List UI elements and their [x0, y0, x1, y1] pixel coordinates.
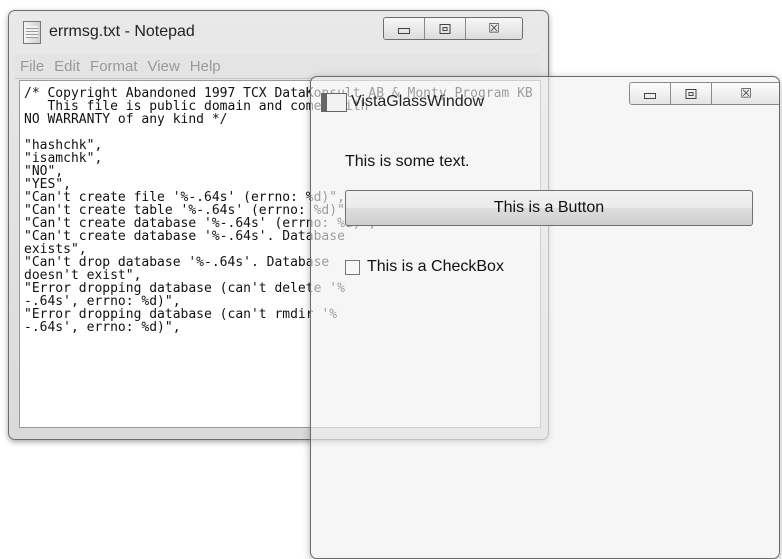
menu-view[interactable]: View: [143, 58, 185, 75]
menu-help[interactable]: Help: [185, 58, 226, 75]
notepad-maximize-button[interactable]: [425, 18, 466, 39]
menu-format[interactable]: Format: [85, 58, 143, 75]
sample-button[interactable]: This is a Button: [345, 190, 753, 226]
vista-glass-window[interactable]: VistaGlassWindow ☒ This is some text. Th…: [310, 76, 780, 559]
menu-edit[interactable]: Edit: [49, 58, 85, 75]
glass-window-title: VistaGlassWindow: [351, 93, 485, 110]
glass-close-button[interactable]: ☒: [712, 83, 779, 104]
sample-text: This is some text.: [345, 153, 470, 170]
close-icon: ☒: [740, 86, 752, 101]
glass-caption-buttons: ☒: [629, 82, 779, 105]
close-icon: ☒: [488, 21, 500, 36]
sample-checkbox[interactable]: This is a CheckBox: [345, 258, 504, 276]
notepad-title: errmsg.txt - Notepad: [49, 23, 195, 40]
maximize-icon: [439, 23, 451, 34]
checkbox-box[interactable]: [345, 259, 360, 275]
notepad-titlebar[interactable]: errmsg.txt - Notepad ☒: [9, 11, 548, 53]
notepad-app-icon: [23, 21, 41, 44]
glass-minimize-button[interactable]: [630, 83, 671, 104]
minimize-icon: [644, 92, 656, 99]
glass-maximize-button[interactable]: [671, 83, 712, 104]
window-app-icon: [321, 93, 347, 112]
notepad-minimize-button[interactable]: [384, 18, 425, 39]
checkbox-label[interactable]: This is a CheckBox: [367, 258, 504, 276]
minimize-icon: [398, 27, 410, 34]
notepad-caption-buttons: ☒: [383, 17, 523, 40]
maximize-icon: [685, 88, 697, 99]
notepad-close-button[interactable]: ☒: [466, 18, 522, 39]
menu-file[interactable]: File: [15, 58, 49, 75]
